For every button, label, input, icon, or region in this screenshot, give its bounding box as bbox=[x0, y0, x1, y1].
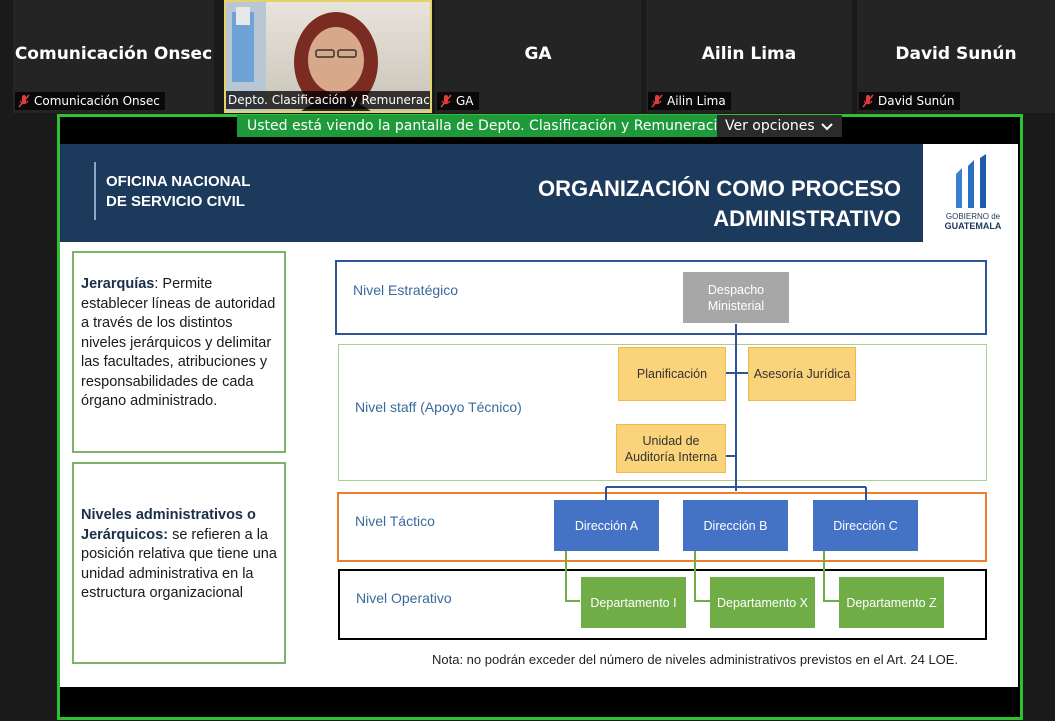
node-asesoria-juridica: Asesoría Jurídica bbox=[748, 347, 856, 401]
node-departamento-x: Departamento X bbox=[710, 577, 815, 628]
view-options-label: Ver opciones bbox=[725, 118, 815, 134]
participant-name: GA bbox=[524, 44, 552, 64]
participant-name: Ailin Lima bbox=[701, 44, 797, 64]
node-direccion-a: Dirección A bbox=[554, 500, 659, 551]
participant-tile-david[interactable]: David Sunún David Sunún bbox=[857, 0, 1055, 113]
mic-muted-icon bbox=[440, 94, 452, 108]
participant-label: David Sunún bbox=[859, 92, 960, 110]
view-options-button[interactable]: Ver opciones bbox=[717, 115, 842, 137]
slide-note: Nota: no podrán exceder del número de ni… bbox=[432, 652, 959, 667]
participant-label: Depto. Clasificación y Remuneraci... bbox=[226, 91, 430, 109]
participant-tile-comunicacion[interactable]: Comunicación Onsec Comunicación Onsec bbox=[13, 0, 214, 113]
participant-label: Comunicación Onsec bbox=[15, 92, 165, 110]
node-auditoria-interna: Unidad de Auditoría Interna bbox=[616, 424, 726, 473]
sharing-banner: Usted está viendo la pantalla de Depto. … bbox=[237, 115, 727, 137]
node-departamento-i: Departamento I bbox=[581, 577, 686, 628]
mic-muted-icon bbox=[18, 94, 30, 108]
presentation-slide: OFICINA NACIONAL DE SERVICIO CIVIL ORGAN… bbox=[60, 144, 1018, 687]
node-direccion-c: Dirección C bbox=[813, 500, 918, 551]
mic-muted-icon bbox=[862, 94, 874, 108]
participant-tile-ga[interactable]: GA GA bbox=[435, 0, 641, 113]
participant-label: GA bbox=[437, 92, 479, 110]
mic-muted-icon bbox=[651, 94, 663, 108]
node-direccion-b: Dirección B bbox=[683, 500, 788, 551]
node-despacho-ministerial: Despacho Ministerial bbox=[683, 272, 789, 323]
chevron-down-icon bbox=[820, 123, 833, 131]
participant-tile-video[interactable]: Depto. Clasificación y Remuneraci... bbox=[224, 0, 432, 113]
node-planificacion: Planificación bbox=[618, 347, 726, 401]
node-departamento-z: Departamento Z bbox=[839, 577, 944, 628]
participant-name: David Sunún bbox=[895, 44, 1017, 64]
participant-name: Comunicación Onsec bbox=[14, 44, 213, 64]
participant-label: Ailin Lima bbox=[648, 92, 731, 110]
participant-tile-ailin[interactable]: Ailin Lima Ailin Lima bbox=[646, 0, 852, 113]
